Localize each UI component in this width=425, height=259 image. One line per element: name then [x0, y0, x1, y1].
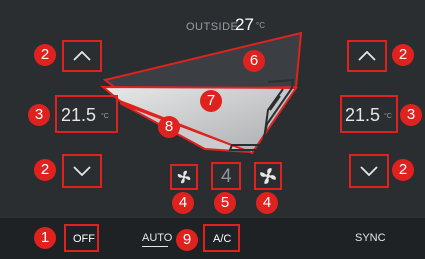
- callout-badge-left-up: 2: [34, 44, 56, 66]
- ac-label: A/C: [213, 233, 232, 245]
- callout-badge-right-down: 2: [392, 159, 414, 181]
- fan-high-icon: [260, 168, 276, 184]
- chevron-up-icon: [358, 51, 376, 61]
- right-temp-display: 21.5 °C: [340, 95, 398, 133]
- climate-screen: OUTSIDE 27 °C 21.5 °C 21.5 °C 4 OFF AUTO…: [0, 0, 425, 259]
- callout-badge-fan-low: 4: [172, 192, 194, 214]
- fan-low-icon: [177, 170, 191, 184]
- callout-badge-seat: 7: [200, 90, 222, 112]
- fan-decrease-button[interactable]: [170, 164, 198, 190]
- chevron-down-icon: [360, 166, 378, 176]
- ac-button[interactable]: A/C: [203, 224, 240, 252]
- right-temperature: 21.5: [345, 105, 381, 125]
- left-temperature-unit: °C: [101, 113, 109, 120]
- right-temp-down-button[interactable]: [349, 154, 389, 188]
- right-temp-up-button[interactable]: [347, 40, 387, 72]
- off-label: OFF: [73, 233, 95, 245]
- left-temperature: 21.5: [61, 105, 97, 125]
- fan-speed-value: 4: [221, 166, 232, 187]
- callout-badge-fan-high: 4: [256, 192, 278, 214]
- callout-badge-right-up: 2: [392, 44, 414, 66]
- auto-button[interactable]: AUTO: [138, 228, 174, 250]
- callout-badge-footwell: 8: [158, 116, 180, 138]
- callout-badge-airflow: 6: [243, 50, 265, 72]
- auto-underline: [142, 246, 168, 247]
- callout-badge-off: 1: [34, 227, 56, 249]
- left-temp-display: 21.5 °C: [55, 95, 118, 133]
- chevron-down-icon: [73, 166, 91, 176]
- callout-badge-fan-speed: 5: [214, 192, 236, 214]
- callout-badge-left-temp: 3: [28, 104, 50, 126]
- sync-button[interactable]: SYNC: [345, 228, 389, 250]
- sync-label: SYNC: [355, 232, 386, 244]
- callout-badge-ac: 9: [176, 229, 198, 251]
- off-button[interactable]: OFF: [64, 224, 99, 252]
- fan-speed-display: 4: [211, 162, 241, 190]
- left-temp-up-button[interactable]: [62, 40, 102, 72]
- right-temperature-unit: °C: [384, 113, 392, 120]
- left-temp-down-button[interactable]: [62, 154, 102, 188]
- auto-label: AUTO: [142, 232, 173, 244]
- callout-badge-right-temp: 3: [400, 104, 422, 126]
- callout-badge-left-down: 2: [34, 159, 56, 181]
- chevron-up-icon: [73, 51, 91, 61]
- fan-increase-button[interactable]: [254, 162, 282, 190]
